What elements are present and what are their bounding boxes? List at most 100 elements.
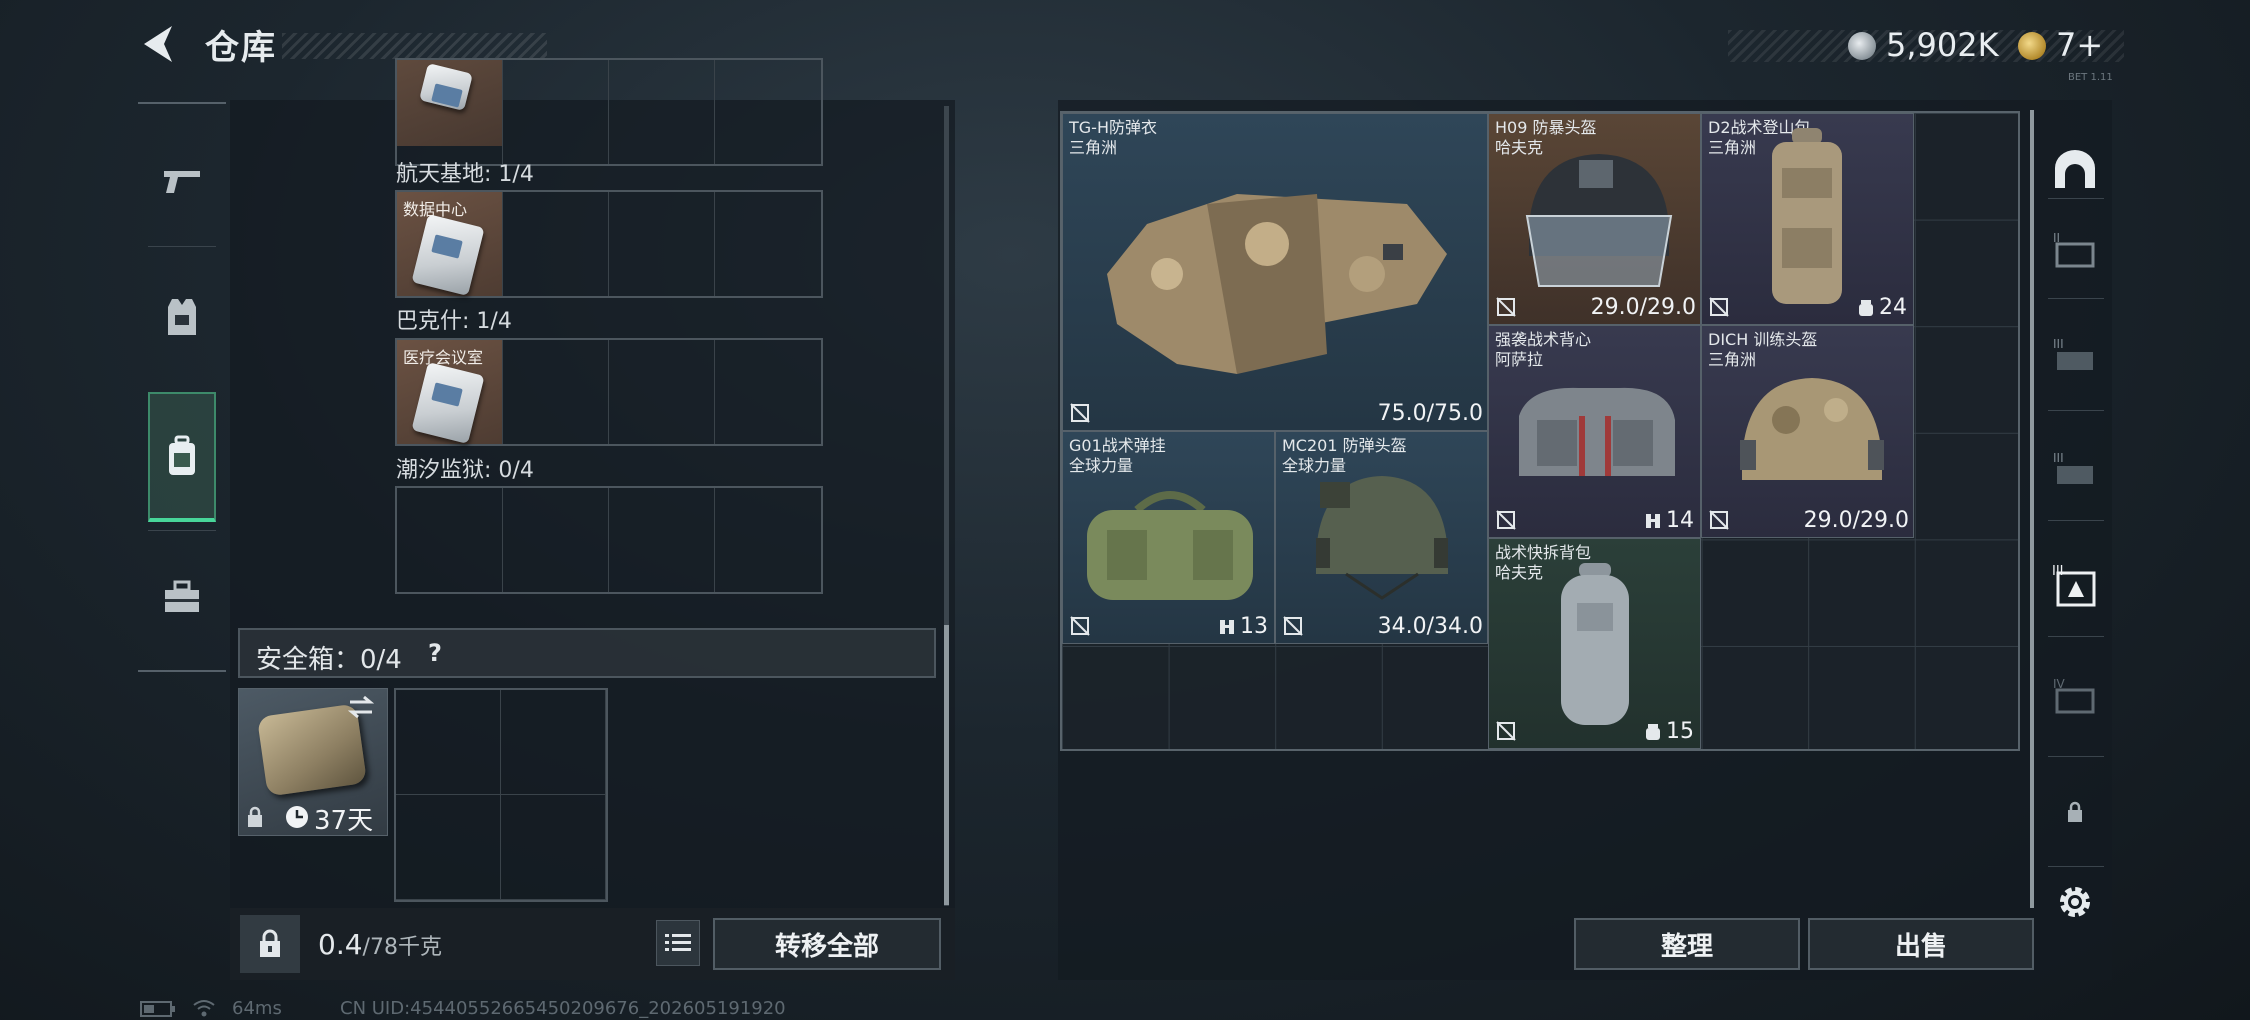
stash-item-assault-rig[interactable]: 强袭战术背心 阿萨拉 14 bbox=[1488, 325, 1701, 538]
stash-page-icon: III bbox=[2053, 451, 2093, 484]
capacity-count: 15 bbox=[1644, 719, 1694, 744]
help-button[interactable]: ? bbox=[428, 639, 442, 667]
item-name: DICH 训练头盔 三角洲 bbox=[1708, 330, 1818, 369]
ping-indicator: 64ms bbox=[232, 998, 282, 1019]
page-title: 仓库 bbox=[205, 28, 277, 68]
title-decoration bbox=[282, 33, 547, 59]
pistol-icon bbox=[164, 171, 200, 193]
back-arrow-icon bbox=[144, 26, 172, 62]
stash-item-h09-helmet[interactable]: H09 防暴头盔 哈夫克 29.0/29.0 bbox=[1488, 113, 1701, 325]
stash-tab-locked[interactable] bbox=[2044, 762, 2106, 862]
no-insurance-icon bbox=[1070, 616, 1090, 636]
container-scrollbar-thumb[interactable] bbox=[944, 625, 949, 905]
list-view-button[interactable] bbox=[656, 920, 700, 966]
helmet-image bbox=[1316, 476, 1448, 600]
stash-scrollbar[interactable] bbox=[2030, 110, 2034, 908]
chest-rig-image bbox=[1519, 387, 1675, 476]
no-insurance-icon bbox=[1496, 721, 1516, 741]
version-label: BET 1.11 bbox=[2068, 72, 2113, 83]
weight-max: /78千克 bbox=[362, 935, 442, 960]
stash-tab-4[interactable]: III bbox=[2044, 420, 2106, 520]
no-insurance-icon bbox=[1283, 616, 1303, 636]
sort-button[interactable]: 整理 bbox=[1574, 918, 1800, 970]
durability-value: 34.0/34.0 bbox=[1377, 614, 1483, 639]
nav-divider bbox=[148, 246, 216, 247]
safe-box-days: 37天 bbox=[314, 806, 374, 836]
keycard-item[interactable] bbox=[397, 60, 502, 146]
no-insurance-icon bbox=[1070, 403, 1090, 423]
stash-item-dich-helmet[interactable]: DICH 训练头盔 三角洲 29.0/29.0 bbox=[1701, 325, 1914, 538]
map-label-spacebase: 航天基地: 1/4 bbox=[396, 162, 534, 187]
settings-button[interactable] bbox=[2044, 872, 2106, 932]
swap-icon[interactable] bbox=[346, 694, 376, 720]
helmet-image bbox=[1740, 378, 1884, 480]
keycard-label: 医疗会议室 bbox=[403, 348, 484, 367]
capacity-icon bbox=[1859, 299, 1873, 316]
tab-divider bbox=[2048, 756, 2104, 757]
no-insurance-icon bbox=[1496, 297, 1516, 317]
battery-icon bbox=[140, 1001, 175, 1017]
durability-value: 29.0/29.0 bbox=[1803, 508, 1909, 533]
keycard-icon bbox=[411, 362, 485, 444]
stash-item-g01-rig[interactable]: G01战术弹挂 全球力量 13 bbox=[1062, 431, 1275, 644]
weight-display: 0.4/78千克 bbox=[318, 928, 442, 961]
keycard-item[interactable]: 医疗会议室 bbox=[397, 340, 502, 444]
nav-cases[interactable] bbox=[148, 532, 216, 662]
capacity-count: 14 bbox=[1644, 508, 1694, 533]
user-uid: CN UID:45440552665450209676_202605191920 bbox=[340, 998, 786, 1019]
durability-value: 29.0/29.0 bbox=[1590, 295, 1696, 320]
transfer-all-button[interactable]: 转移全部 bbox=[713, 918, 941, 970]
nav-weapons[interactable] bbox=[148, 115, 216, 245]
capacity-icon bbox=[1646, 723, 1660, 740]
silver-coin-icon bbox=[1848, 32, 1876, 60]
sell-button[interactable]: 出售 bbox=[1808, 918, 2034, 970]
capacity-count: 24 bbox=[1857, 295, 1907, 320]
stash-item-quick-release-backpack[interactable]: 战术快拆背包 哈夫克 15 bbox=[1488, 538, 1701, 749]
armor-vest-image bbox=[1107, 194, 1447, 374]
stash-page-icon: II bbox=[2053, 231, 2095, 268]
gold-currency-amount[interactable]: 7+ bbox=[2056, 26, 2103, 64]
nav-divider bbox=[148, 530, 216, 531]
keycard-item[interactable]: 数据中心 bbox=[397, 192, 502, 296]
no-insurance-icon bbox=[1709, 297, 1729, 317]
weight-current: 0.4 bbox=[318, 928, 363, 961]
tab-divider bbox=[2048, 298, 2104, 299]
stash-page-icon: III bbox=[2053, 337, 2093, 370]
lock-button[interactable] bbox=[240, 915, 300, 973]
stash-item-mc201-helmet[interactable]: MC201 防弹头盔 全球力量 34.0/34.0 bbox=[1275, 431, 1488, 644]
tab-divider bbox=[2048, 866, 2104, 867]
stash-item-d2-backpack[interactable]: D2战术登山包 三角洲 24 bbox=[1701, 113, 1914, 325]
svg-text:III: III bbox=[2053, 337, 2064, 351]
briefcase-icon bbox=[165, 580, 199, 612]
duffel-bag-image bbox=[1087, 491, 1253, 600]
backpack-image bbox=[1772, 128, 1842, 304]
clock-icon bbox=[286, 806, 308, 828]
silver-currency-amount: 5,902K bbox=[1886, 26, 1999, 64]
tab-divider bbox=[2048, 636, 2104, 637]
rig-capacity-icon bbox=[1220, 619, 1234, 634]
nav-armor[interactable] bbox=[148, 252, 216, 382]
item-name: G01战术弹挂 全球力量 bbox=[1069, 436, 1166, 475]
stash-page-icon: IV bbox=[2053, 677, 2095, 714]
nav-backpacks[interactable] bbox=[148, 392, 216, 522]
keycard-icon bbox=[411, 214, 485, 296]
back-button[interactable] bbox=[138, 22, 178, 66]
item-slot-grid bbox=[395, 486, 823, 594]
stash-item-tg-h-vest[interactable]: TG-H防弹衣 三角洲 75.0/75.0 bbox=[1062, 113, 1488, 431]
no-insurance-icon bbox=[1709, 510, 1729, 530]
stash-tab-5-active[interactable]: III bbox=[2044, 536, 2106, 636]
stash-tab-3[interactable]: III bbox=[2044, 306, 2106, 406]
wifi-icon bbox=[193, 1000, 215, 1017]
backpack-image bbox=[1561, 563, 1629, 725]
vest-icon bbox=[168, 299, 196, 335]
durability-value: 75.0/75.0 bbox=[1377, 401, 1483, 426]
lock-icon bbox=[260, 929, 280, 957]
svg-text:III: III bbox=[2053, 451, 2064, 465]
item-name: 强袭战术背心 阿萨拉 bbox=[1495, 330, 1592, 369]
capacity-count: 13 bbox=[1218, 614, 1268, 639]
rig-capacity-icon bbox=[1646, 513, 1660, 528]
lock-icon bbox=[248, 806, 262, 827]
stash-tab-6[interactable]: IV bbox=[2044, 646, 2106, 746]
stash-page-icon: III bbox=[2052, 564, 2096, 607]
stash-tab-2[interactable]: II bbox=[2044, 200, 2106, 300]
